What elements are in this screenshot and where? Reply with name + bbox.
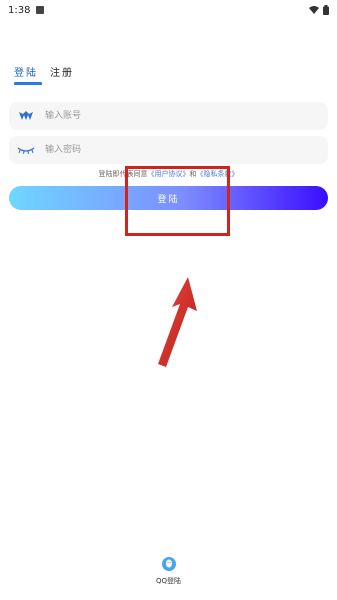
eye-closed-icon [17,143,35,157]
tab-login[interactable]: 登陆 [14,64,42,85]
notification-icon [36,6,45,14]
account-field[interactable] [9,102,328,130]
tab-register[interactable]: 注册 [50,64,74,85]
password-input[interactable] [43,144,307,156]
status-bar: 1:38 [0,0,337,20]
annotation-arrow-icon [158,277,197,367]
account-input[interactable] [43,110,307,122]
annotation-highlight-box [125,166,230,236]
wifi-icon [309,5,319,15]
qq-login-label[interactable]: QQ登陆 [156,576,181,586]
qq-login[interactable]: QQ登陆 [0,557,337,586]
status-left: 1:38 [8,4,45,16]
status-time: 1:38 [8,4,31,16]
battery-icon [323,5,329,15]
logo-icon [17,109,35,123]
password-field[interactable] [9,136,328,164]
qq-icon[interactable] [161,557,176,571]
status-right [309,5,329,15]
auth-tabs: 登陆 注册 [14,64,74,85]
